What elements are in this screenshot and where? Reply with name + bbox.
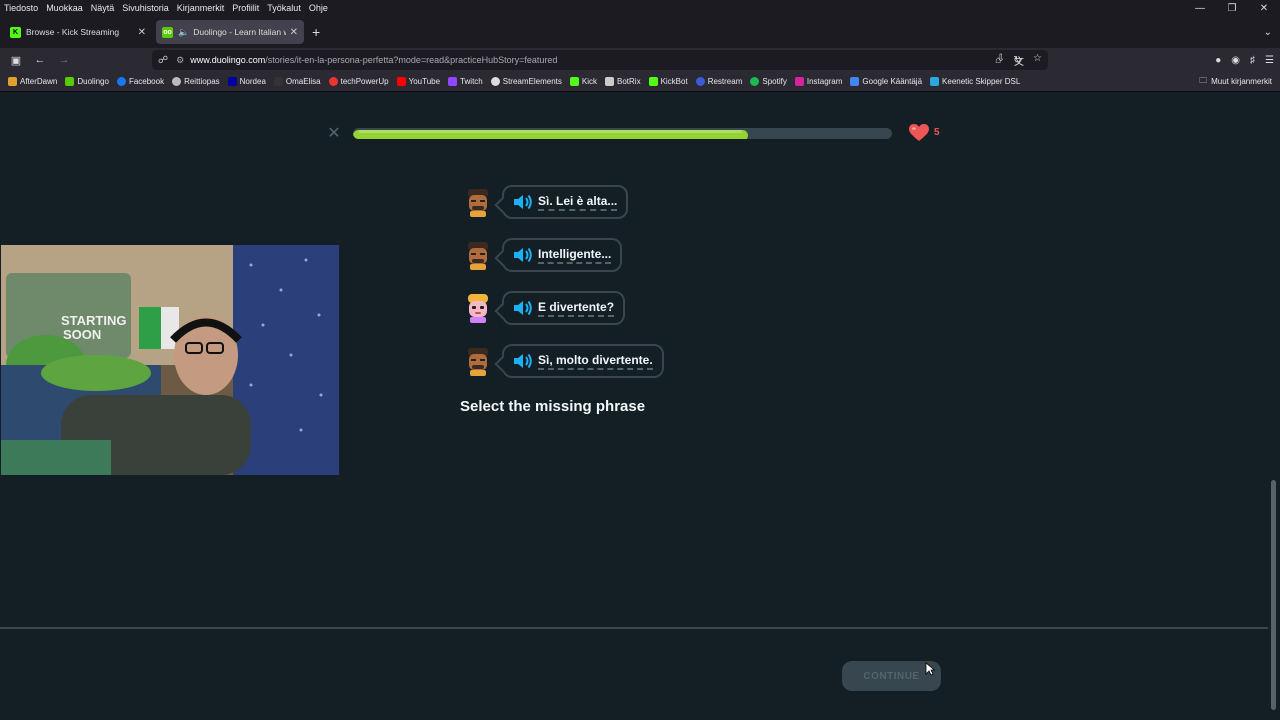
new-tab-icon[interactable]: + [312,24,320,40]
dialogue-text: Intelligente... [538,247,612,264]
menu-help[interactable]: Ohje [305,3,332,13]
window-close-icon[interactable]: ✕ [1248,3,1280,14]
heart-icon [909,124,929,141]
bookmark-spotify[interactable]: Spotify [750,77,787,86]
dialogue-line: Sì, molto divertente. [465,344,664,378]
bookmark-instagram[interactable]: Instagram [794,77,842,86]
bookmark-streamelements[interactable]: StreamElements [490,77,562,86]
man-avatar-icon [468,189,488,217]
menu-edit[interactable]: Muokkaa [42,3,87,13]
minimize-icon[interactable]: — [1184,3,1216,14]
tab-kick[interactable]: K Browse - Kick Streaming ✕ [4,20,152,44]
bookmark-facebook[interactable]: Facebook [116,77,164,86]
dialogue-text: E divertente? [538,300,615,317]
svg-text:STARTING: STARTING [61,313,126,328]
nav-bar: ▣ ← → ☍ ⚙ www.duolingo.com /stories/it-e… [0,48,1280,72]
bookmark-google-translate[interactable]: Google Kääntäjä [850,77,922,86]
star-icon[interactable]: ☆ [1033,53,1042,68]
reload-icon[interactable]: ↻ [1013,55,1021,66]
speech-bubble[interactable]: Sì, molto divertente. [502,344,664,378]
kick-icon: K [10,26,21,38]
extensions-icon[interactable]: ♯ [1250,55,1255,66]
question-prompt: Select the missing phrase [460,398,646,415]
menu-history[interactable]: Sivuhistoria [118,3,173,13]
speaker-icon[interactable] [513,353,533,369]
bookmark-twitch[interactable]: Twitch [448,77,483,86]
man-avatar-icon [468,348,488,376]
url-path: /stories/it-en-la-persona-perfetta?mode=… [265,55,558,65]
lesson-progress-bar [353,128,892,139]
bookmark-techpowerup[interactable]: techPowerUp [328,77,389,86]
close-tab-icon[interactable]: ✕ [138,27,146,38]
speech-bubble[interactable]: E divertente? [502,291,626,325]
dialogue-line: E divertente? [465,291,626,325]
url-bar[interactable]: ☍ ⚙ www.duolingo.com /stories/it-en-la-p… [152,50,1048,70]
webcam-overlay: STARTING SOON [1,245,339,475]
duolingo-icon: oo [162,26,173,38]
bookmark-afterdawn[interactable]: AfterDawn [8,77,57,86]
window-controls: — ❐ ✕ [1184,3,1280,14]
url-domain: www.duolingo.com [190,55,266,65]
restore-icon[interactable]: ❐ [1216,3,1248,14]
menu-tools[interactable]: Työkalut [263,3,305,13]
speech-bubble[interactable]: Intelligente... [502,238,623,272]
hearts-count: 5 [934,127,940,138]
permissions-icon[interactable]: ⚙ [176,55,184,66]
bookmark-omaelisa[interactable]: OmaElisa [273,77,321,86]
bookmark-reittiopas[interactable]: Reittiopas [172,77,220,86]
speaker-icon[interactable] [513,300,533,316]
tab-title: Duolingo - Learn Italian wit [193,27,286,37]
bookmark-kickbot[interactable]: KickBot [648,77,688,86]
menu-icon[interactable]: ☰ [1265,55,1274,66]
bookmark-duolingo[interactable]: Duolingo [65,77,109,86]
man-avatar-icon [468,242,488,270]
menu-profiles[interactable]: Profiilit [228,3,263,13]
extension-icon[interactable]: ● [1215,55,1221,66]
progress-fill [353,130,749,139]
menu-bar: Tiedosto Muokkaa Näytä Sivuhistoria Kirj… [0,0,1280,16]
mouse-cursor-icon [925,662,935,676]
bookmark-nordea[interactable]: Nordea [227,77,266,86]
audio-playing-icon[interactable]: 🔈 [178,27,189,38]
home-icon[interactable]: ⌂ [995,55,1001,66]
scrollbar[interactable] [1271,480,1276,710]
bookmark-keenetic[interactable]: Keenetic Skipper DSL [930,77,1020,86]
woman-avatar-icon [468,294,488,323]
chevron-down-icon[interactable]: ⌄ [1264,27,1272,38]
close-lesson-icon[interactable]: ✕ [326,126,342,142]
menu-file[interactable]: Tiedosto [0,3,42,13]
speech-bubble[interactable]: Sì. Lei è alta... [502,185,629,219]
close-tab-icon[interactable]: ✕ [290,27,298,38]
bookmark-youtube[interactable]: YouTube [396,77,440,86]
speaker-icon[interactable] [513,194,533,210]
back-icon[interactable]: ← [28,54,52,66]
dialogue-text: Sì, molto divertente. [538,353,653,370]
sidebar-icon[interactable]: ▣ [4,54,28,67]
speaker-icon[interactable] [513,247,533,263]
tab-bar: K Browse - Kick Streaming ✕ oo 🔈 Duoling… [0,16,1280,48]
menu-bookmarks[interactable]: Kirjanmerkit [173,3,229,13]
shield-icon[interactable]: ☍ [158,55,168,66]
account-icon[interactable]: ◉ [1231,55,1240,66]
folder-icon: 🗀 [1199,75,1208,85]
dialogue-line: Sì. Lei è alta... [465,185,629,219]
bookmarks-bar: AfterDawn Duolingo Facebook Reittiopas N… [0,72,1280,92]
tab-duolingo[interactable]: oo 🔈 Duolingo - Learn Italian wit ✕ [156,20,304,44]
bookmark-botrix[interactable]: BotRix [605,77,641,86]
other-bookmarks[interactable]: 🗀 Muut kirjanmerkit [1199,75,1272,89]
svg-text:SOON: SOON [63,327,101,342]
bookmark-kick[interactable]: Kick [569,77,597,86]
bookmark-restream[interactable]: Restream [695,77,742,86]
dialogue-text: Sì. Lei è alta... [538,194,618,211]
dialogue-line: Intelligente... [465,238,623,272]
footer-divider [0,627,1268,629]
forward-icon[interactable]: → [52,54,76,66]
menu-view[interactable]: Näytä [87,3,119,13]
tab-title: Browse - Kick Streaming [26,27,120,37]
